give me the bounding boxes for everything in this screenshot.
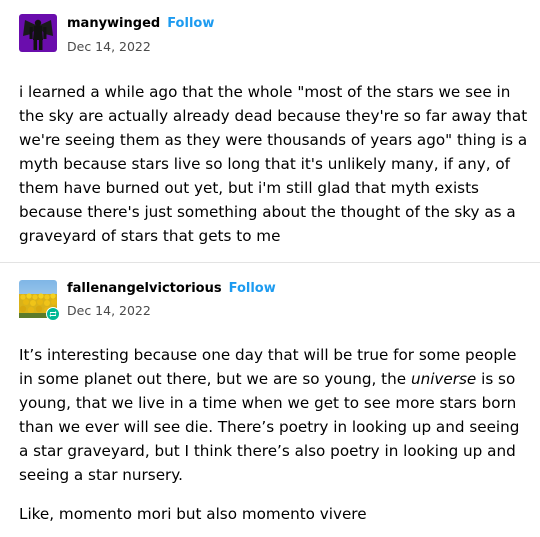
post-body: i learned a while ago that the whole "mo… bbox=[19, 83, 528, 245]
username[interactable]: fallenangelvictorious Follow bbox=[67, 281, 276, 296]
username-label[interactable]: manywinged bbox=[67, 16, 160, 31]
follow-button[interactable]: Follow bbox=[167, 16, 214, 31]
post-manywinged: manywinged Follow Dec 14, 2022 i learned … bbox=[0, 0, 540, 262]
avatar-manywinged[interactable] bbox=[19, 14, 57, 52]
dark-winged-figure-avatar-icon bbox=[19, 14, 57, 52]
follow-button[interactable]: Follow bbox=[229, 281, 276, 296]
post-body-paragraph-2: Like, momento mori but also momento vive… bbox=[19, 505, 367, 523]
post-fallenangelvictorious: fallenangelvictorious Follow Dec 14, 2022… bbox=[0, 263, 540, 537]
post-body-paragraph-1: It’s interesting because one day that wi… bbox=[19, 343, 529, 487]
emphasized-text: universe bbox=[410, 370, 477, 388]
username-label[interactable]: fallenangelvictorious bbox=[67, 281, 222, 296]
username[interactable]: manywinged Follow bbox=[67, 16, 214, 31]
avatar-fallenangelvictorious[interactable] bbox=[19, 280, 60, 321]
reblog-badge-icon bbox=[46, 307, 60, 321]
post-date: Dec 14, 2022 bbox=[67, 39, 151, 54]
post-date: Dec 14, 2022 bbox=[67, 303, 151, 318]
